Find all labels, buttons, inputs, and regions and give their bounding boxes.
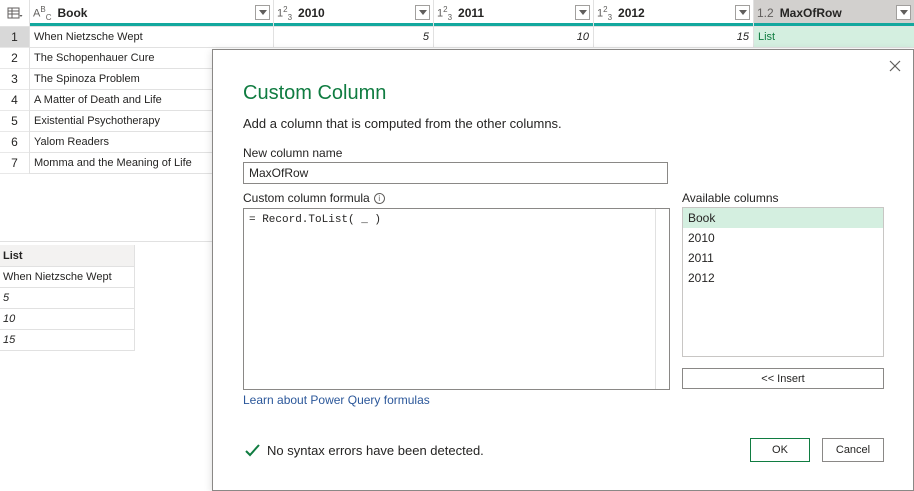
column-quality-bar bbox=[30, 23, 273, 26]
column-name: 2010 bbox=[298, 6, 325, 20]
preview-item: When Nietzsche Wept bbox=[0, 267, 135, 288]
formula-text[interactable]: = Record.ToList( _ ) bbox=[249, 214, 381, 226]
formula-scrollbar[interactable] bbox=[655, 209, 669, 389]
available-column-item[interactable]: Book bbox=[683, 208, 883, 228]
row-number[interactable]: 2 bbox=[0, 48, 29, 69]
custom-column-formula-label: Custom column formula bbox=[243, 191, 370, 205]
column-header-row: ABC Book 123 2010 123 2011 123 2012 1.2 … bbox=[0, 0, 914, 27]
column-quality-bar bbox=[594, 23, 753, 26]
row-number[interactable]: 7 bbox=[0, 153, 29, 174]
preview-header: List bbox=[0, 245, 135, 267]
cell-2011[interactable]: 10 bbox=[433, 27, 593, 48]
decimal-type-icon[interactable]: 1.2 bbox=[757, 6, 774, 20]
ok-button[interactable]: OK bbox=[750, 438, 810, 462]
number-type-icon[interactable]: 123 bbox=[277, 5, 292, 22]
preview-item: 15 bbox=[0, 330, 135, 351]
preview-item: 10 bbox=[0, 309, 135, 330]
cell-2012[interactable]: 15 bbox=[593, 27, 753, 48]
filter-dropdown-icon[interactable] bbox=[896, 5, 911, 20]
new-column-name-input[interactable] bbox=[243, 162, 668, 184]
info-icon[interactable]: i bbox=[373, 193, 385, 205]
preview-divider[interactable] bbox=[0, 241, 212, 242]
dialog-title: Custom Column bbox=[243, 82, 387, 104]
custom-column-formula-editor[interactable]: = Record.ToList( _ ) bbox=[243, 208, 670, 390]
row-number[interactable]: 1 bbox=[0, 27, 29, 48]
available-column-item[interactable]: 2010 bbox=[683, 228, 883, 248]
value-preview-pane: List When Nietzsche Wept 5 10 15 bbox=[0, 245, 135, 351]
formula-label-group: Custom column formula i bbox=[243, 191, 385, 205]
available-column-item[interactable]: 2012 bbox=[683, 268, 883, 288]
filter-dropdown-icon[interactable] bbox=[575, 5, 590, 20]
column-quality-bar bbox=[274, 23, 433, 26]
row-number[interactable]: 3 bbox=[0, 69, 29, 90]
column-quality-bar bbox=[434, 23, 593, 26]
custom-column-dialog: Custom Column Add a column that is compu… bbox=[212, 49, 914, 491]
column-name: 2011 bbox=[458, 6, 485, 20]
available-column-item[interactable]: 2011 bbox=[683, 248, 883, 268]
preview-item: 5 bbox=[0, 288, 135, 309]
number-type-icon[interactable]: 123 bbox=[437, 5, 452, 22]
number-type-icon[interactable]: 123 bbox=[597, 5, 612, 22]
table-row: 1 When Nietzsche Wept 5 10 15 List bbox=[0, 27, 914, 48]
dialog-description: Add a column that is computed from the o… bbox=[243, 116, 562, 131]
insert-button[interactable]: << Insert bbox=[682, 368, 884, 389]
column-name: MaxOfRow bbox=[779, 6, 842, 20]
syntax-status: No syntax errors have been detected. bbox=[245, 443, 484, 458]
close-icon[interactable] bbox=[887, 58, 903, 74]
syntax-status-text: No syntax errors have been detected. bbox=[267, 443, 484, 458]
cell-2010[interactable]: 5 bbox=[273, 27, 433, 48]
text-type-icon[interactable]: ABC bbox=[33, 5, 51, 22]
row-number[interactable]: 4 bbox=[0, 90, 29, 111]
filter-dropdown-icon[interactable] bbox=[255, 5, 270, 20]
available-columns-list[interactable]: Book 2010 2011 2012 bbox=[682, 207, 884, 357]
cell-book[interactable]: When Nietzsche Wept bbox=[29, 27, 273, 48]
row-number[interactable]: 5 bbox=[0, 111, 29, 132]
available-columns-label: Available columns bbox=[682, 191, 779, 205]
new-column-name-label: New column name bbox=[243, 146, 343, 160]
row-number[interactable]: 6 bbox=[0, 132, 29, 153]
filter-dropdown-icon[interactable] bbox=[735, 5, 750, 20]
column-name: 2012 bbox=[618, 6, 645, 20]
column-name: Book bbox=[57, 6, 88, 20]
checkmark-icon bbox=[245, 444, 260, 457]
learn-formulas-link[interactable]: Learn about Power Query formulas bbox=[243, 393, 430, 407]
cancel-button[interactable]: Cancel bbox=[822, 438, 884, 462]
column-quality-bar bbox=[754, 23, 914, 26]
table-menu-icon[interactable] bbox=[0, 0, 29, 26]
cell-maxofrow-list-link[interactable]: List bbox=[753, 27, 914, 48]
filter-dropdown-icon[interactable] bbox=[415, 5, 430, 20]
